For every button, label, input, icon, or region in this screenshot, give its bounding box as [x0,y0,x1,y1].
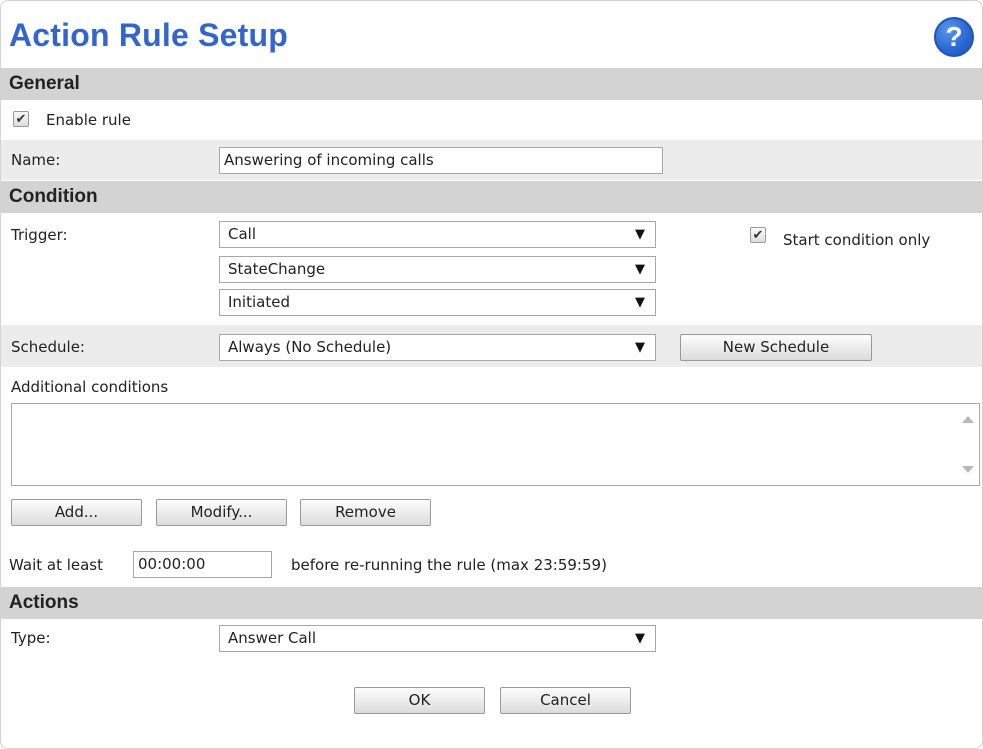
start-condition-only-label: Start condition only [783,231,931,249]
trigger-state-select[interactable]: Initiated ▼ [219,289,656,316]
enable-rule-checkbox[interactable]: ✔ [13,111,29,127]
wait-suffix-label: before re-running the rule (max 23:59:59… [291,556,607,574]
scroll-down-icon[interactable] [962,466,974,473]
new-schedule-button[interactable]: New Schedule [680,334,872,361]
schedule-select[interactable]: Always (No Schedule) ▼ [219,334,656,361]
additional-conditions-label: Additional conditions [11,378,169,396]
action-type-value: Answer Call [228,629,317,647]
scroll-up-icon[interactable] [962,416,974,423]
modify-condition-button[interactable]: Modify... [156,499,287,526]
trigger-type-value: Call [228,225,257,243]
section-header-condition: Condition [1,181,982,213]
add-condition-button[interactable]: Add... [11,499,142,526]
page-title: Action Rule Setup [9,17,288,53]
trigger-event-value: StateChange [228,260,326,278]
enable-rule-label: Enable rule [46,111,131,129]
trigger-type-select[interactable]: Call ▼ [219,221,656,248]
schedule-label: Schedule: [11,338,85,356]
additional-conditions-list[interactable] [11,403,980,486]
start-condition-only-checkbox[interactable]: ✔ [750,227,766,243]
chevron-down-icon: ▼ [635,631,645,646]
chevron-down-icon: ▼ [635,340,645,355]
checkmark-icon: ✔ [752,227,764,243]
trigger-event-select[interactable]: StateChange ▼ [219,256,656,283]
scrollbar[interactable] [957,404,979,485]
help-icon[interactable]: ? [934,17,974,57]
trigger-label: Trigger: [11,226,68,244]
name-input[interactable]: Answering of incoming calls [219,147,663,174]
wait-prefix-label: Wait at least [9,556,104,574]
chevron-down-icon: ▼ [635,295,645,310]
name-label: Name: [11,151,61,169]
section-header-general: General [1,68,982,100]
action-type-label: Type: [11,629,51,647]
cancel-button[interactable]: Cancel [500,687,631,714]
action-type-select[interactable]: Answer Call ▼ [219,625,656,652]
trigger-state-value: Initiated [228,293,290,311]
chevron-down-icon: ▼ [635,262,645,277]
chevron-down-icon: ▼ [635,227,645,242]
remove-condition-button[interactable]: Remove [300,499,431,526]
action-rule-setup-dialog: Action Rule Setup ? General ✔ Enable rul… [0,0,983,749]
checkmark-icon: ✔ [15,111,27,127]
schedule-value: Always (No Schedule) [228,338,392,356]
section-header-actions: Actions [1,587,982,619]
ok-button[interactable]: OK [354,687,485,714]
wait-time-input[interactable]: 00:00:00 [133,551,272,578]
